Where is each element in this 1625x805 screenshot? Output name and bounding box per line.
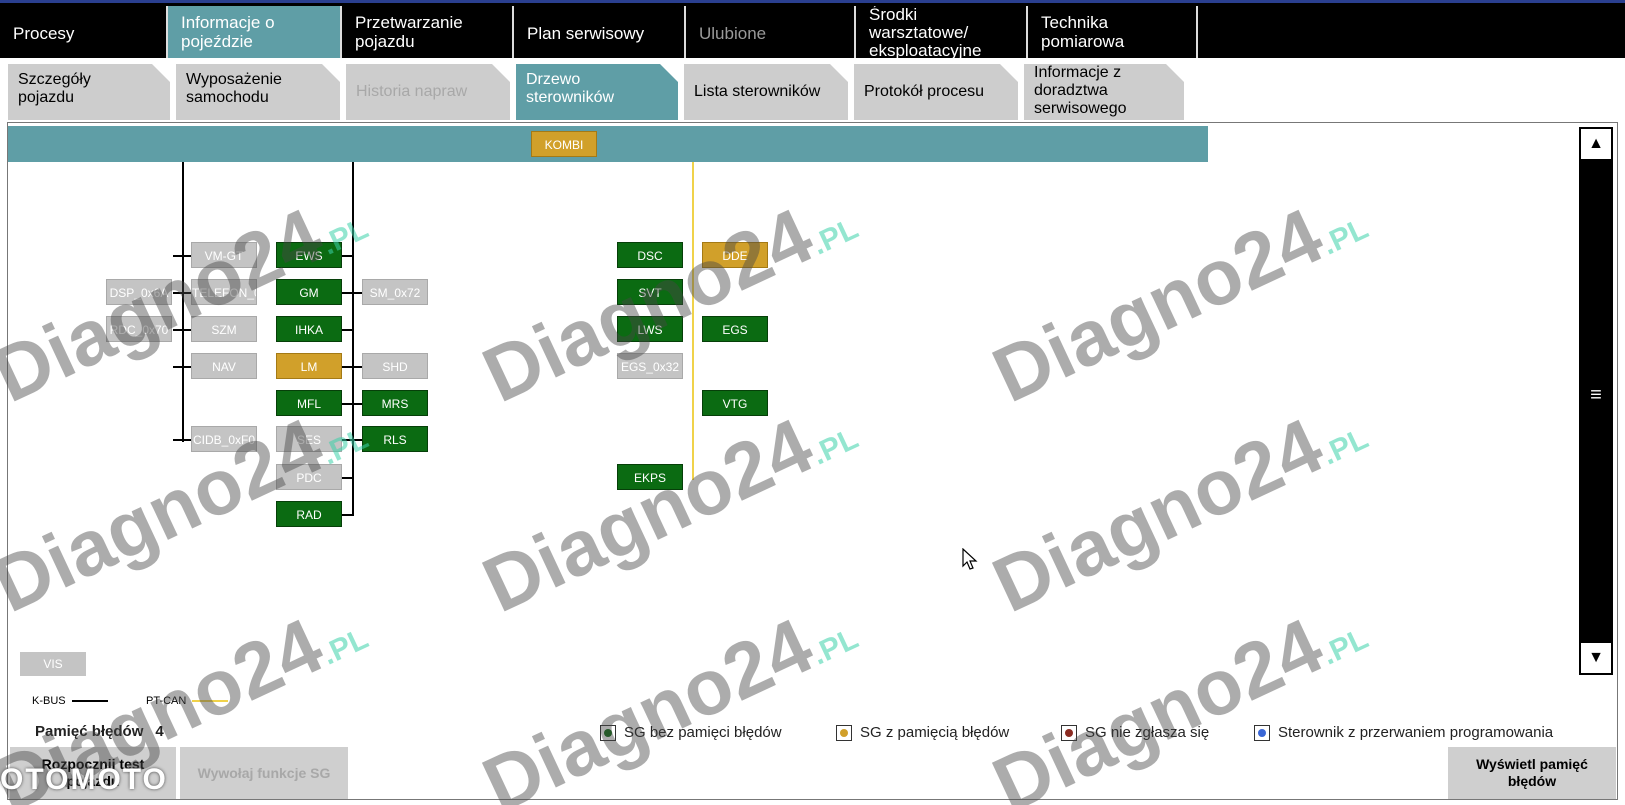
tab-service-plan[interactable]: Plan serwisowy xyxy=(514,6,686,61)
ecu-vtg[interactable]: VTG xyxy=(702,390,768,416)
ecu-gm[interactable]: GM xyxy=(276,279,342,305)
legend-with-errors: SG z pamięcią błędów xyxy=(836,724,1009,742)
mouse-cursor-icon xyxy=(962,548,978,570)
ptcan-line xyxy=(692,162,694,480)
ecu-telefon[interactable]: TELEFON_0 xyxy=(191,279,257,305)
legend-dot-icon xyxy=(836,725,852,741)
top-navigation: Procesy Informacje o pojeździe Przetwarza… xyxy=(0,0,1625,61)
ecu-sm[interactable]: SM_0x72 xyxy=(362,279,428,305)
scroll-up-icon[interactable]: ▲ xyxy=(1581,129,1611,159)
tab-procesy[interactable]: Procesy xyxy=(0,6,168,61)
sub-navigation: Szczegóły pojazdu Wyposażenie samochodu Hi… xyxy=(0,58,1625,120)
subtab-ecu-list[interactable]: Lista sterowników xyxy=(684,64,848,120)
subtab-process-log[interactable]: Protokół procesu xyxy=(854,64,1018,120)
connector xyxy=(340,514,354,516)
connector xyxy=(173,255,191,257)
connector xyxy=(173,329,191,331)
ecu-ews[interactable]: EWS xyxy=(276,242,342,268)
kbus-line-left xyxy=(182,162,184,442)
ptcan-legend: PT-CAN xyxy=(146,695,229,707)
tab-vehicle-info[interactable]: Informacje o pojeździe xyxy=(168,6,342,61)
ecu-shd[interactable]: SHD xyxy=(362,353,428,379)
ecu-dsc[interactable]: DSC xyxy=(617,242,683,268)
tab-measuring-technology[interactable]: Technika pomiarowa xyxy=(1028,6,1198,61)
ecu-dde[interactable]: DDE xyxy=(702,242,768,268)
ecu-tree-panel xyxy=(7,122,1618,800)
ecu-ses[interactable]: SES xyxy=(276,426,342,452)
legend-dot-icon xyxy=(1254,725,1270,741)
subtab-vehicle-equipment[interactable]: Wyposażenie samochodu xyxy=(176,64,340,120)
legend-no-errors: SG bez pamięci błędów xyxy=(600,724,782,742)
ecu-lws[interactable]: LWS xyxy=(617,316,683,342)
call-sg-functions-button[interactable]: Wywołaj funkcje SG xyxy=(180,747,348,799)
kbus-line-middle xyxy=(352,162,354,516)
ecu-szm[interactable]: SZM xyxy=(191,316,257,342)
diagnostic-app: Procesy Informacje o pojeździe Przetwarza… xyxy=(0,0,1625,805)
ecu-lm[interactable]: LM xyxy=(276,353,342,379)
kbus-legend: K-BUS xyxy=(32,695,108,707)
subtab-service-advice[interactable]: Informacje z doradztwa serwisowego xyxy=(1024,64,1184,120)
ecu-kombi[interactable]: KOMBI xyxy=(531,131,597,157)
main-bus-bar xyxy=(8,126,1208,162)
connector xyxy=(340,329,354,331)
legend-programming-interrupted: Sterownik z przerwaniem programowania xyxy=(1254,724,1553,742)
connector xyxy=(340,255,354,257)
legend-dot-icon xyxy=(600,725,616,741)
legend-not-responding: SG nie zgłasza się xyxy=(1061,724,1209,742)
ecu-vis[interactable]: VIS xyxy=(20,652,86,676)
ecu-rls[interactable]: RLS xyxy=(362,426,428,452)
ecu-dsp[interactable]: DSP_0x6A xyxy=(106,279,172,305)
connector xyxy=(173,439,191,441)
ecu-pdc[interactable]: PDC xyxy=(276,464,342,490)
ecu-vm-gt[interactable]: VM-GT xyxy=(191,242,257,268)
connector xyxy=(340,477,354,479)
connector xyxy=(340,292,362,294)
ecu-rdc[interactable]: RDC_0x70 xyxy=(106,316,172,342)
kbus-swatch xyxy=(71,700,108,702)
connector xyxy=(340,403,362,405)
ecu-ihka[interactable]: IHKA xyxy=(276,316,342,342)
otomoto-logo: OTOMOTO xyxy=(0,763,168,796)
tab-favourites[interactable]: Ulubione xyxy=(686,6,856,61)
ecu-svt[interactable]: SVT xyxy=(617,279,683,305)
vertical-scrollbar[interactable]: ≡ ▲ ▼ xyxy=(1579,127,1613,675)
ecu-rad[interactable]: RAD xyxy=(276,501,342,527)
legend-dot-icon xyxy=(1061,725,1077,741)
ecu-ekps[interactable]: EKPS xyxy=(617,464,683,490)
connector xyxy=(340,366,362,368)
ecu-egs-0x32[interactable]: EGS_0x32 xyxy=(617,353,683,379)
subtab-repair-history[interactable]: Historia napraw xyxy=(346,64,510,120)
show-error-memory-button[interactable]: Wyświetl pamięć błędów xyxy=(1448,747,1616,799)
tab-vehicle-processing[interactable]: Przetwarzanie pojazdu xyxy=(342,6,514,61)
ecu-mfl[interactable]: MFL xyxy=(276,390,342,416)
tab-workshop-supplies[interactable]: Środki warsztatowe/eksploatacyjne xyxy=(856,6,1028,61)
scroll-grip-icon[interactable]: ≡ xyxy=(1579,127,1613,675)
ptcan-swatch xyxy=(192,700,229,702)
scroll-down-icon[interactable]: ▼ xyxy=(1581,643,1611,673)
ecu-mrs[interactable]: MRS xyxy=(362,390,428,416)
connector xyxy=(340,439,362,441)
subtab-ecu-tree[interactable]: Drzewo sterowników xyxy=(516,64,678,120)
connector xyxy=(173,366,191,368)
subtab-vehicle-details[interactable]: Szczegóły pojazdu xyxy=(8,64,170,120)
ecu-egs[interactable]: EGS xyxy=(702,316,768,342)
ecu-cidb[interactable]: CIDB_0xF0 xyxy=(191,426,257,452)
connector xyxy=(173,292,191,294)
ecu-nav[interactable]: NAV xyxy=(191,353,257,379)
error-memory-count: Pamięć błędów 4 xyxy=(35,723,164,740)
